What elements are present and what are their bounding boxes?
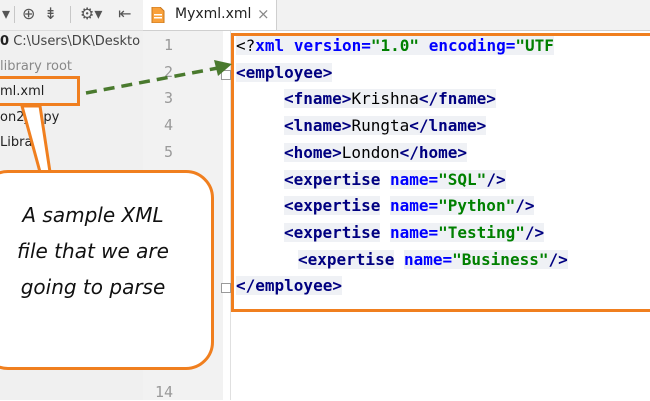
callout-pointer	[20, 104, 52, 174]
callout-line-3: going to parse	[20, 275, 166, 299]
dashed-arrow-line	[85, 66, 219, 95]
callout-bubble: A sample XML file that we are going to p…	[0, 170, 214, 370]
callout-text: A sample XML file that we are going to p…	[0, 197, 203, 305]
callout-line-2: file that we are	[17, 239, 169, 263]
arrow-head-icon	[214, 60, 232, 76]
callout-line-1: A sample XML	[22, 203, 164, 227]
